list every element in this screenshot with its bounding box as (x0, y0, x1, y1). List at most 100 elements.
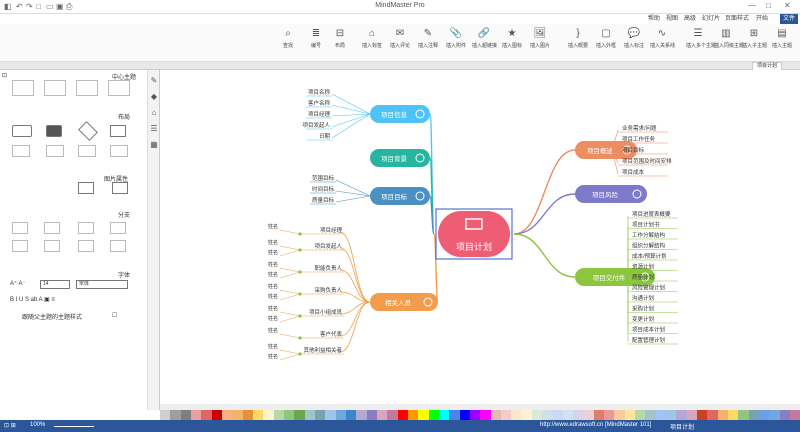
branch-option[interactable] (44, 240, 60, 252)
color-swatch[interactable] (697, 410, 708, 420)
color-swatch[interactable] (190, 410, 202, 420)
menu-slides[interactable]: 幻灯片 (702, 14, 720, 24)
undo-icon[interactable]: ↶ (16, 2, 23, 11)
tab-project-plan[interactable]: 项目计划 (752, 62, 783, 70)
color-swatch[interactable] (407, 410, 419, 420)
close-icon[interactable]: ✕ (784, 1, 791, 10)
color-swatch[interactable] (480, 410, 491, 420)
color-swatch[interactable] (294, 410, 305, 420)
branch-option[interactable] (12, 240, 28, 252)
color-swatch[interactable] (201, 410, 212, 420)
theme-tab-icon[interactable]: ◆ (149, 92, 159, 102)
color-swatch[interactable] (604, 410, 615, 420)
color-swatch[interactable] (459, 410, 470, 420)
font-family-select[interactable]: 宋体 (76, 280, 128, 289)
clipart-tab-icon[interactable]: ⌂ (149, 108, 159, 118)
menu-home[interactable]: 开始 (756, 14, 768, 24)
theme-checkbox[interactable]: ☐ (112, 312, 117, 319)
layout-option[interactable] (44, 80, 66, 96)
color-swatch[interactable] (614, 410, 625, 420)
color-swatch[interactable] (242, 410, 253, 420)
color-swatch[interactable] (180, 410, 191, 420)
color-swatch[interactable] (562, 410, 574, 420)
insert-topic-button[interactable]: ▤ 插入主题 (770, 26, 794, 58)
color-swatch[interactable] (645, 410, 656, 420)
color-swatch[interactable] (211, 410, 222, 420)
color-swatch[interactable] (449, 410, 460, 420)
open-icon[interactable]: ▭ (46, 2, 54, 11)
layout-button[interactable]: ⊟ 布局 (328, 26, 352, 58)
branch-option[interactable] (78, 240, 94, 252)
color-swatch[interactable] (469, 410, 481, 420)
menu-advanced[interactable]: 高级 (684, 14, 696, 24)
branch-option[interactable] (110, 240, 126, 252)
color-swatch[interactable] (707, 410, 718, 420)
save-icon[interactable]: ▣ (56, 2, 64, 11)
line-option[interactable] (12, 145, 30, 157)
color-swatch[interactable] (635, 410, 646, 420)
menu-page-style[interactable]: 页面样式 (725, 14, 749, 24)
line-option[interactable] (78, 145, 96, 157)
color-swatch[interactable] (232, 410, 243, 420)
format-tab-icon[interactable]: ✎ (149, 76, 159, 86)
color-swatch[interactable] (314, 410, 326, 420)
maximize-icon[interactable]: □ (766, 1, 771, 10)
image-option[interactable] (78, 182, 94, 194)
color-swatch[interactable] (666, 410, 677, 420)
color-swatch[interactable] (521, 410, 532, 420)
insert-callout-button[interactable]: 💬 插入标注 (622, 26, 646, 58)
new-icon[interactable]: □ (36, 2, 41, 11)
fit-icon[interactable]: ⊡ ⊞ (4, 422, 16, 429)
color-swatch[interactable] (160, 410, 171, 420)
branch-option[interactable] (12, 222, 28, 234)
color-swatch[interactable] (376, 410, 388, 420)
line-option[interactable] (46, 145, 64, 157)
color-swatch[interactable] (263, 410, 274, 420)
color-swatch[interactable] (583, 410, 594, 420)
insert-hyperlink-button[interactable]: 🔗 插入超链接 (472, 26, 497, 58)
shape-option[interactable] (110, 125, 126, 137)
calendar-tab-icon[interactable]: ▦ (149, 140, 159, 150)
color-swatch[interactable] (593, 410, 605, 420)
color-swatch[interactable] (531, 410, 543, 420)
color-swatch[interactable] (728, 410, 739, 420)
menu-help[interactable]: 帮助 (648, 14, 660, 24)
insert-summary-button[interactable]: } 插入概要 (566, 26, 590, 58)
color-swatch[interactable] (170, 410, 181, 420)
mindmap-canvas[interactable]: 项目计划 项目信息 项目背景 项目目标 相关人员 项目概述 项目风险 项目交付件 项目名称 客户名… (160, 70, 800, 410)
color-swatch[interactable] (552, 410, 563, 420)
branch-option[interactable] (110, 222, 126, 234)
insert-boundary-button[interactable]: ▢ 插入外框 (594, 26, 618, 58)
color-swatch[interactable] (738, 410, 749, 420)
menu-view[interactable]: 视图 (666, 14, 678, 24)
task-tab-icon[interactable]: ☰ (149, 124, 159, 134)
color-swatch[interactable] (418, 410, 429, 420)
layout-option[interactable] (12, 80, 34, 96)
branch-option[interactable] (78, 222, 94, 234)
color-swatch[interactable] (345, 410, 357, 420)
color-swatch[interactable] (676, 410, 687, 420)
color-swatch[interactable] (655, 410, 667, 420)
layout-option[interactable] (76, 80, 98, 96)
shape-option[interactable] (46, 125, 62, 137)
insert-relation-button[interactable]: ∿ 插入关系线 (650, 26, 675, 58)
insert-icon-button[interactable]: ★ 插入图标 (500, 26, 524, 58)
color-swatch[interactable] (790, 410, 800, 420)
insert-attachment-button[interactable]: 📎 插入附件 (444, 26, 468, 58)
color-swatch[interactable] (304, 410, 315, 420)
color-swatch[interactable] (717, 410, 729, 420)
color-swatch[interactable] (490, 410, 501, 420)
color-swatch[interactable] (748, 410, 760, 420)
layout-option[interactable] (108, 80, 130, 96)
line-option[interactable] (110, 145, 128, 157)
image-option[interactable] (112, 182, 128, 194)
insert-tag-button[interactable]: ⌂ 插入标签 (360, 26, 384, 58)
shape-option[interactable] (78, 121, 98, 141)
panel-pin-icon[interactable]: ⊡ (2, 72, 7, 79)
color-swatch[interactable] (366, 410, 377, 420)
branch-option[interactable] (44, 222, 60, 234)
print-icon[interactable]: ⎙ (66, 2, 72, 12)
numbering-button[interactable]: ≣ 编号 (304, 26, 328, 58)
insert-subtopic-button[interactable]: ⊞ 插入子主题 (742, 26, 767, 58)
font-size-select[interactable]: 14 (40, 280, 70, 289)
